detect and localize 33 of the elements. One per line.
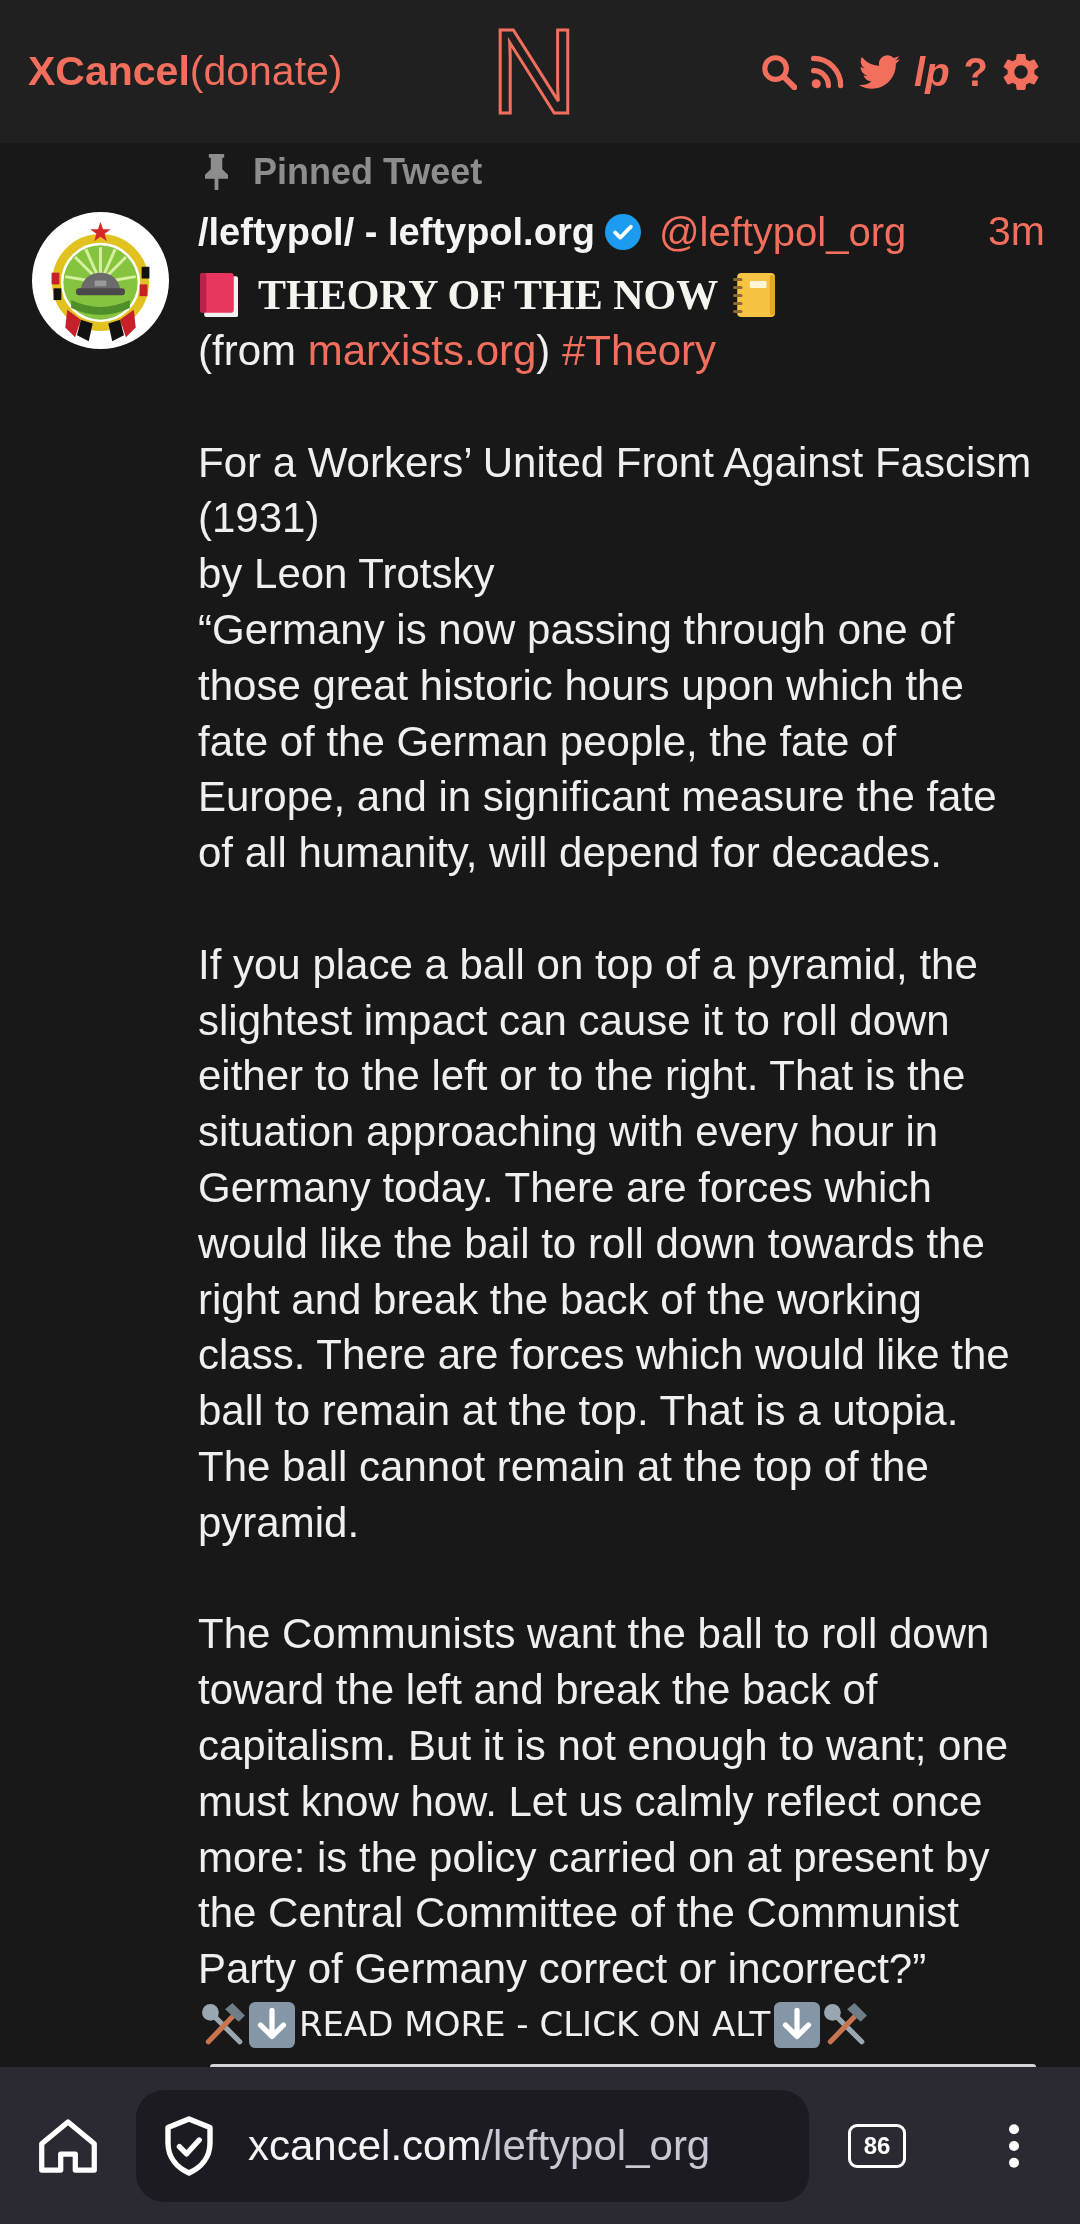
tweet-text: “Germany is now passing through one of those great historic hours upon which the fate of the German people, the fate of Europe, and in significant measure the fate of all humanity, will depend for decades. bbox=[198, 605, 998, 879]
source-link[interactable]: marxists.org bbox=[307, 327, 537, 374]
read-more-text: READ MORE - CLICK ON ALT bbox=[299, 2003, 771, 2047]
brand-link[interactable]: XCancel bbox=[28, 40, 190, 103]
pin-icon bbox=[205, 154, 228, 190]
home-icon[interactable] bbox=[38, 2118, 98, 2173]
author-handle[interactable]: @leftypol_org bbox=[658, 202, 907, 262]
rss-icon[interactable] bbox=[811, 54, 845, 89]
author-name[interactable]: /leftypol/ - leftypol.org bbox=[198, 203, 595, 261]
wordmark-link[interactable]: lp bbox=[914, 51, 950, 92]
heading-text: THEORY OF THE NOW bbox=[258, 270, 719, 320]
tab-count-button[interactable]: 86 bbox=[848, 2123, 906, 2168]
hashtag-link[interactable]: #Theory bbox=[562, 327, 717, 374]
tweet-text: by Leon Trotsky bbox=[198, 549, 496, 600]
shield-check-icon[interactable] bbox=[164, 2115, 214, 2176]
url-field[interactable]: xcancel.com/leftypol_org bbox=[136, 2089, 809, 2202]
settings-icon[interactable] bbox=[1002, 52, 1040, 91]
url-text: xcancel.com/leftypol_org bbox=[248, 2121, 711, 2171]
more-options-icon[interactable] bbox=[1009, 2123, 1019, 2168]
help-link[interactable]: ? bbox=[963, 51, 988, 92]
notebook-icon bbox=[733, 273, 776, 317]
tweet-time[interactable]: 3m bbox=[988, 201, 1045, 263]
donate-link[interactable]: (donate) bbox=[189, 40, 343, 103]
tweet-text: For a Workers’ United Front Against Fascism (1931) bbox=[198, 437, 1033, 544]
pinned-label: Pinned Tweet bbox=[253, 150, 483, 194]
tweet-text: If you place a ball on top of a pyramid, the slightest impact can cause it to roll down either to the left or to the right. That is the situation approaching with every hour in Germany today. There are forces which would like the bail to roll down towards the right and break the back of the working class. There are forces which would like the ball to remain at the top. That is a utopia. The ball cannot remain at the top of the pyramid. bbox=[198, 939, 1011, 1548]
bird-icon[interactable] bbox=[859, 54, 900, 89]
source-line: (from marxists.org) #Theory bbox=[198, 326, 718, 376]
book-icon bbox=[200, 273, 238, 317]
avatar-emblem-drawing[interactable] bbox=[32, 212, 169, 349]
tweet-text: The Communists want the ball to roll down toward the left and break the back of capitalism. But it is not enough to want; one must know how. Let us calmly reflect once more: is the policy carried on at present by the Central Committee of the Communist Party of Germany correct or incorrect?” bbox=[198, 1609, 1010, 1995]
search-icon[interactable] bbox=[761, 53, 797, 90]
logo[interactable]: N bbox=[490, 11, 578, 132]
